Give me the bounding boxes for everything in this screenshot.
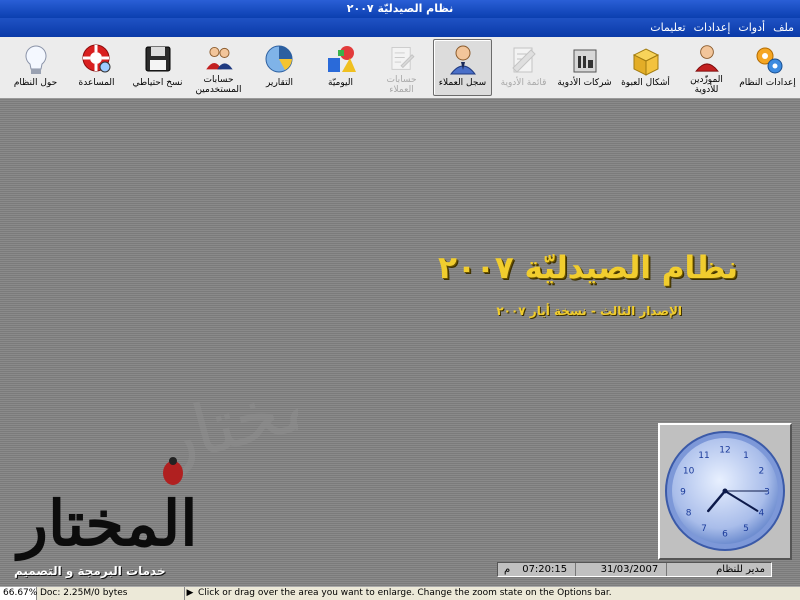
window-title: نظام الصيدليّة ٢٠٠٧ [0, 0, 800, 18]
toolbar-button-factory[interactable]: شركات الأدوية [555, 39, 614, 96]
gears-icon [756, 47, 782, 74]
menu-tools[interactable]: أدوات [738, 21, 765, 34]
app-title: نظام الصيدليّة ٢٠٠٧ [438, 250, 738, 286]
toolbar-button-label: الموزّدين للأدوية [690, 75, 723, 95]
clock-number: 12 [719, 446, 730, 456]
customer-accounts-icon [391, 47, 414, 70]
pie-chart-icon [265, 45, 292, 73]
customer-person-icon [449, 45, 476, 75]
toolbar-button-supplier-person[interactable]: الموزّدين للأدوية [677, 39, 736, 96]
status-info-bar: مدير للنظام 31/03/2007 07:20:15 م [497, 562, 772, 577]
menu-settings[interactable]: إعدادات [694, 21, 731, 34]
open-box-icon [632, 48, 659, 76]
toolbar-button-label: حول النظام [13, 78, 58, 88]
brand-logo: المختار المختار [14, 385, 298, 562]
toolbar-button-label: حسابات العملاء [386, 75, 417, 95]
brand-tagline: خدمات البرمجة و التصميم [14, 564, 166, 578]
app-subtitle: الإصدار الثالث - نسخة أيار ٢٠٠٧ [496, 304, 682, 318]
clock-number: 11 [698, 451, 709, 461]
toolbar-button-light-bulb[interactable]: حول النظام [6, 39, 65, 96]
list-ruler-icon [511, 47, 536, 73]
toolbar-button-floppy-disk[interactable]: نسخ احتياطي [128, 39, 187, 96]
menu-help[interactable]: تعليمات [650, 21, 685, 34]
current-time: 07:20:15 [522, 564, 568, 575]
toolbar-button-pie-chart[interactable]: التقارير [250, 39, 309, 96]
toolbar-button-label: اليوميّة [328, 78, 353, 88]
clock-number: 8 [686, 509, 692, 519]
toolbar-button-gears[interactable]: إعدادات النظام [738, 39, 797, 96]
menu-bar: ملف أدوات إعدادات تعليمات [0, 18, 800, 37]
toolbar-button-label: المساعدة [78, 78, 115, 88]
current-date: 31/03/2007 [600, 564, 659, 575]
clock-number: 7 [701, 524, 707, 534]
play-arrow-icon: ▶ [186, 588, 194, 598]
toolbar-button-label: قائمة الأدوية [500, 78, 547, 88]
supplier-person-icon [694, 45, 719, 72]
toolbar-button-label: حسابات المستخدمين [195, 75, 242, 95]
toolbar-button-users[interactable]: حسابات المستخدمين [189, 39, 248, 96]
clock-number: 5 [743, 524, 749, 534]
main-workspace: نظام الصيدليّة ٢٠٠٧ الإصدار الثالث - نسخ… [0, 100, 800, 585]
clock-number: 4 [759, 509, 765, 519]
clock-number: 3 [764, 488, 770, 498]
time-period: م [504, 564, 511, 575]
toolbar-button-colorful-shapes[interactable]: اليوميّة [311, 39, 370, 96]
zoom-level[interactable]: 66.67% [0, 587, 37, 600]
clock-number: 9 [680, 488, 686, 498]
toolbar-button-label: التقارير [265, 78, 294, 88]
toolbar-button-label: نسخ احتياطي [132, 78, 183, 88]
browser-status-bar: 66.67% Doc: 2.25M/0 bytes ▶ Click or dra… [0, 586, 800, 600]
toolbar-button-label: شركات الأدوية [557, 78, 612, 88]
floppy-disk-icon [145, 46, 170, 72]
toolbar-button-customer-accounts: حسابات العملاء [372, 39, 431, 96]
clock-panel: 12 1 2 3 4 5 6 7 8 9 10 11 [658, 423, 792, 560]
users-icon [205, 47, 233, 70]
toolbar-button-label: إعدادات النظام [739, 78, 796, 88]
toolbar-button-list-ruler: قائمة الأدوية [494, 39, 553, 96]
analog-clock: 12 12 3 45 6 78 9 1011 [665, 431, 785, 551]
current-user: مدير للنظام [716, 564, 765, 575]
factory-icon [573, 49, 596, 73]
clock-number: 6 [722, 530, 728, 540]
toolbar-button-help-lifebuoy[interactable]: المساعدة [67, 39, 126, 96]
clock-number: 1 [743, 451, 749, 461]
main-toolbar: إعدادات النظام الموزّدين للأدوية أشكال الع… [0, 37, 800, 99]
colorful-shapes-icon [327, 46, 356, 72]
toolbar-button-customer-person[interactable]: سجل العملاء [433, 39, 492, 96]
clock-number: 2 [759, 467, 765, 477]
toolbar-button-open-box[interactable]: أشكال العبوة [616, 39, 675, 96]
toolbar-button-label: سجل العملاء [438, 78, 487, 88]
doc-size: Doc: 2.25M/0 bytes [37, 587, 185, 600]
brand-logo-text: المختار [14, 487, 198, 562]
clock-number: 10 [683, 467, 695, 477]
help-lifebuoy-icon [82, 44, 110, 73]
status-message: Click or drag over the area you want to … [198, 588, 612, 598]
menu-file[interactable]: ملف [773, 21, 794, 34]
toolbar-button-label: أشكال العبوة [621, 78, 670, 88]
light-bulb-icon [25, 45, 46, 74]
